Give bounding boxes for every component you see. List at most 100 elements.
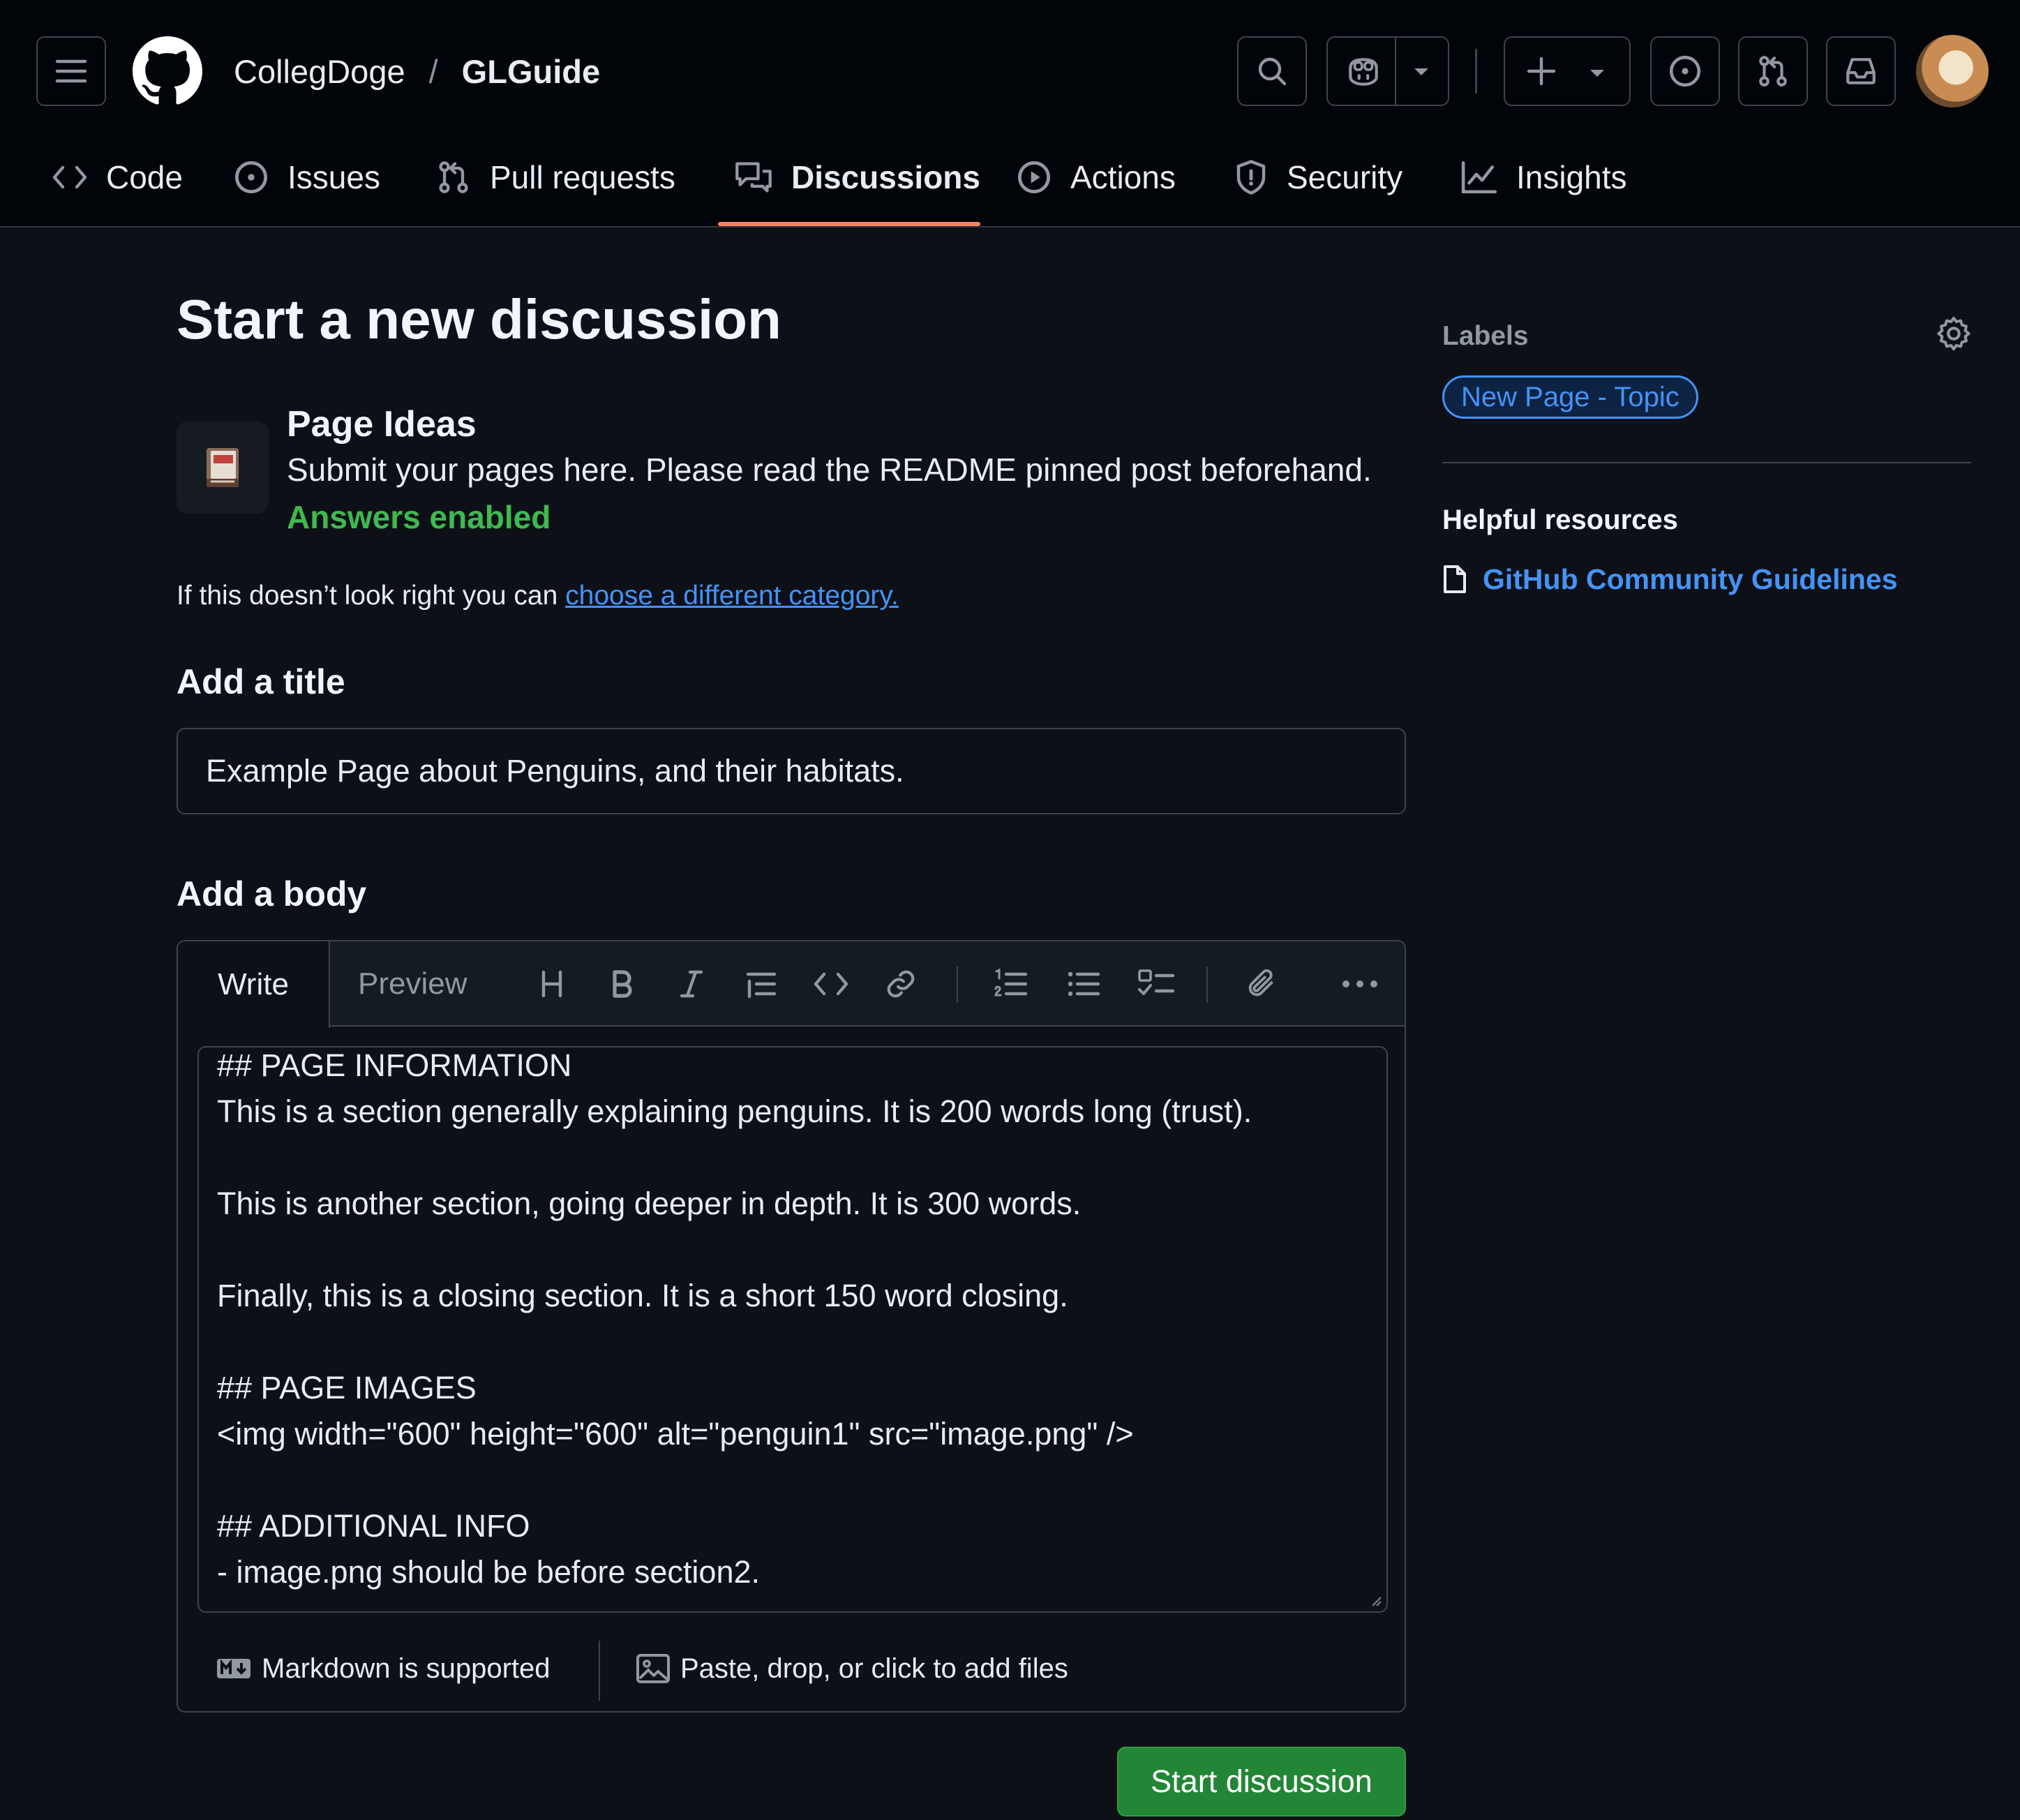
markdown-help-link[interactable]: Markdown is supported [216,1646,551,1691]
repo-owner-link[interactable]: CollegDoge [234,52,405,91]
tab-label: Insights [1516,159,1627,195]
category-description: Submit your pages here. Please read the … [287,452,1372,488]
play-icon [1016,159,1052,195]
chevron-down-icon[interactable] [1410,63,1432,80]
community-guidelines-text: GitHub Community Guidelines [1483,562,1898,595]
body-line: - image.png should be before section2. [217,1554,761,1590]
choose-category-link[interactable]: choose a different category. [565,581,899,611]
discussion-icon [734,159,773,195]
active-tab-indicator [718,222,980,226]
avatar[interactable] [1916,35,1989,107]
markdown-note: Markdown is supported [262,1653,551,1684]
inbox-icon [1843,54,1878,89]
copilot-button[interactable] [1326,36,1449,106]
pull-request-icon [435,159,472,195]
title-input[interactable] [177,728,1406,814]
sidebar-divider [1442,462,1971,463]
resize-handle-icon[interactable] [1368,1593,1382,1607]
chevron-down-icon [1586,64,1608,81]
tab-label: Security [1287,159,1403,195]
body-line: ## PAGE IMAGES [217,1370,477,1405]
tab-insights[interactable]: Insights [1460,140,1627,215]
tab-label: Code [106,159,183,195]
tab-actions[interactable]: Actions [1016,140,1176,215]
label-pill[interactable]: New Page - Topic [1442,375,1698,419]
tab-security[interactable]: Security [1234,140,1402,215]
menu-button[interactable] [36,36,106,106]
unordered-list-icon[interactable] [1061,961,1107,1007]
image-icon [636,1653,671,1684]
tab-label: Pull requests [490,159,675,195]
tab-pull-requests[interactable]: Pull requests [435,140,675,215]
gear-icon[interactable] [1934,314,1973,353]
helpful-resources-heading: Helpful resources [1442,505,1678,535]
pull-request-icon [1756,54,1790,89]
change-category-text: If this doesn’t look right you can [177,581,566,611]
start-discussion-button[interactable]: Start discussion [1117,1747,1406,1817]
tab-write[interactable]: Write [178,941,330,1028]
heading-icon[interactable] [529,961,575,1007]
add-files-button[interactable]: Paste, drop, or click to add files [636,1646,1068,1691]
shield-icon [1234,158,1269,196]
link-icon[interactable] [878,961,924,1007]
graph-icon [1460,160,1498,195]
toolbar-divider [957,967,958,1003]
code-icon[interactable] [808,961,854,1007]
file-icon [1442,564,1467,595]
issue-icon [1668,54,1703,89]
body-textarea[interactable]: ## PAGE INFORMATION This is a section ge… [197,1046,1388,1613]
your-issues-button[interactable] [1650,36,1720,106]
breadcrumb: CollegDoge / GLGuide [234,43,600,99]
tab-discussions[interactable]: Discussions [734,140,980,215]
tab-code[interactable]: Code [52,140,183,215]
tab-label: Actions [1070,159,1176,195]
search-button[interactable] [1237,36,1307,106]
community-guidelines-link[interactable]: GitHub Community Guidelines [1442,558,1898,600]
paperclip-icon[interactable] [1238,961,1284,1007]
bold-icon[interactable] [599,961,645,1007]
tab-label: Discussions [791,159,980,195]
editor-toolbar: Write Preview [178,941,1405,1028]
notifications-button[interactable] [1826,36,1896,106]
header-divider [1475,49,1477,94]
title-label: Add a title [177,662,345,701]
code-icon [52,163,88,191]
body-line: Finally, this is a closing section. It i… [217,1278,1068,1313]
body-line: This is a section generally explaining p… [217,1094,1252,1129]
ordered-list-icon[interactable] [988,961,1034,1007]
body-label: Add a body [177,874,367,913]
answers-enabled-note: Answers enabled [287,499,551,535]
category-emoji-box [177,422,269,514]
body-line: <img width="600" height="600" alt="pengu… [217,1416,1134,1452]
add-files-note: Paste, drop, or click to add files [680,1653,1068,1684]
page-title: Start a new discussion [177,288,781,350]
copilot-split-divider [1395,38,1396,105]
footer-divider [599,1641,600,1701]
editor-footer: Markdown is supported Paste, drop, or cl… [178,1625,1405,1712]
search-icon [1255,54,1289,88]
breadcrumb-separator: / [428,52,438,90]
repo-name-link[interactable]: GLGuide [462,52,600,91]
github-logo-icon[interactable] [133,36,202,106]
body-line: This is another section, going deeper in… [217,1186,1082,1221]
labels-heading: Labels [1442,321,1529,351]
hamburger-icon [54,57,88,85]
task-list-icon[interactable] [1133,961,1179,1007]
repo-nav: Code Issues Pull requests Discussions Ac… [0,140,2020,228]
notebook-icon [202,445,243,490]
body-editor: Write Preview ## PAGE INFORMATION This i… [177,940,1406,1713]
tab-preview[interactable]: Preview [358,941,467,1027]
your-pull-requests-button[interactable] [1738,36,1808,106]
tab-label: Issues [287,159,380,195]
toolbar-divider [1206,967,1208,1003]
italic-icon[interactable] [668,961,715,1007]
quote-icon[interactable] [738,961,784,1007]
markdown-icon [216,1657,252,1680]
create-new-button[interactable] [1504,36,1631,106]
plus-icon [1526,56,1557,87]
change-category-note: If this doesn’t look right you can choos… [177,581,899,611]
more-options-icon[interactable] [1337,961,1383,1007]
body-line: ## ADDITIONAL INFO [217,1508,530,1544]
tab-issues[interactable]: Issues [233,140,380,215]
category-name: Page Ideas [287,404,477,445]
